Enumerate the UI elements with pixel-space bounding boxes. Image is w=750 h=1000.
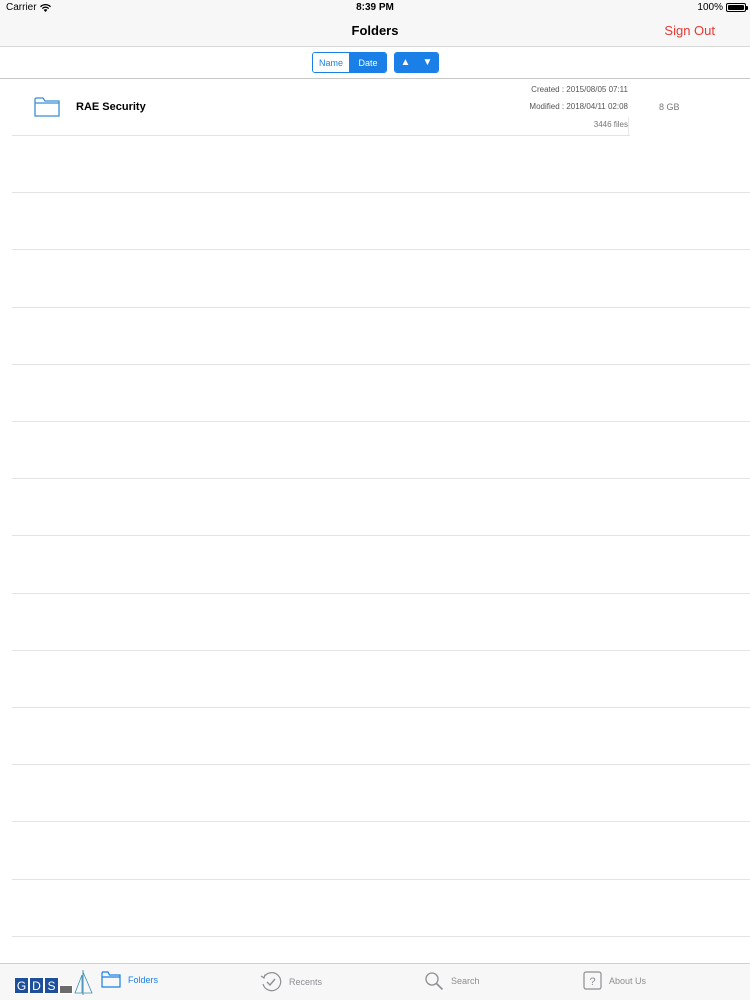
clock: 8:39 PM xyxy=(356,2,394,13)
folder-list: RAE Security Created : 2015/08/05 07:11 … xyxy=(0,79,750,994)
empty-list-row xyxy=(12,536,750,594)
folder-name: RAE Security xyxy=(76,101,146,113)
sign-out-button[interactable]: Sign Out xyxy=(664,23,715,38)
folder-size: 8 GB xyxy=(659,102,680,112)
status-bar: Carrier 8:39 PM 100% xyxy=(0,0,750,16)
sort-key-segmented-control: Name Date xyxy=(312,52,387,73)
empty-list-row xyxy=(12,594,750,651)
tab-recents-label: Recents xyxy=(289,977,323,987)
question-icon: ? xyxy=(583,971,602,990)
folder-icon xyxy=(101,971,121,988)
sort-descending-button[interactable]: ▼ xyxy=(416,53,438,72)
tab-recents[interactable]: Recents xyxy=(260,971,322,993)
folder-file-count: 3446 files xyxy=(593,120,628,129)
tab-about-us-label: About Us xyxy=(609,975,647,986)
empty-list-row xyxy=(12,193,750,251)
search-icon xyxy=(425,972,444,991)
empty-list-row xyxy=(12,765,750,823)
sort-direction-segmented-control: ▲ ▼ xyxy=(394,52,439,73)
folder-icon xyxy=(34,97,60,117)
app-root: Carrier 8:39 PM 100% Folders Sign Out Na… xyxy=(0,0,750,1000)
empty-list-row xyxy=(12,250,750,308)
navigation-bar: Folders Sign Out xyxy=(0,16,750,47)
tab-folders-label: Folders xyxy=(128,974,159,985)
folder-modified-date: Modified : 2018/04/11 02:08 xyxy=(529,102,628,111)
sort-by-name-button[interactable]: Name xyxy=(313,53,349,72)
empty-list-row xyxy=(12,822,750,880)
tab-search[interactable]: Search xyxy=(424,971,480,991)
empty-list-row xyxy=(12,479,750,537)
sort-by-date-button[interactable]: Date xyxy=(349,53,386,72)
empty-list-row xyxy=(12,880,750,937)
empty-list-row xyxy=(12,365,750,422)
page-title: Folders xyxy=(351,23,399,38)
gds-logo: GDS xyxy=(14,969,94,997)
tab-bar: GDS Folders Recents Search ? About Us xyxy=(0,963,750,1000)
row-divider xyxy=(628,117,629,136)
sort-ascending-button[interactable]: ▲ xyxy=(395,53,416,72)
tab-search-label: Search xyxy=(451,976,480,986)
svg-text:?: ? xyxy=(589,976,595,988)
battery-percent: 100% xyxy=(697,2,723,13)
empty-list-row xyxy=(12,651,750,708)
tab-about-us[interactable]: ? About Us xyxy=(583,971,646,990)
gds-logo-letters: GDS xyxy=(14,977,73,994)
recents-clock-icon xyxy=(260,972,282,992)
folder-row[interactable]: RAE Security Created : 2015/08/05 07:11 … xyxy=(0,79,750,136)
sailboat-icon xyxy=(74,970,93,995)
empty-list-row xyxy=(12,708,750,766)
empty-list-row xyxy=(12,422,750,480)
battery-indicator: 100% xyxy=(697,2,748,13)
empty-list-row xyxy=(12,308,750,365)
empty-list-row xyxy=(12,136,750,194)
folder-created-date: Created : 2015/08/05 07:11 xyxy=(531,85,628,94)
sort-toolbar: Name Date ▲ ▼ xyxy=(0,48,750,79)
tab-folders[interactable]: Folders xyxy=(101,971,158,988)
battery-icon xyxy=(726,3,748,12)
